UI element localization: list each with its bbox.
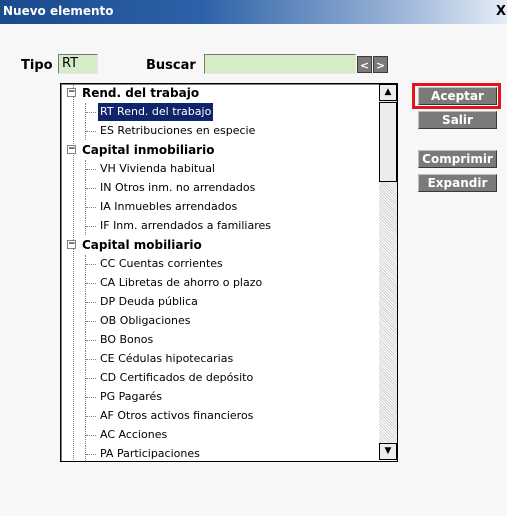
tree-connector [86,226,96,227]
tree-item-label: CA Libretas de ahorro o plazo [100,276,263,289]
buscar-field[interactable] [204,54,356,74]
tree-group-label: Capital mobiliario [82,238,202,252]
accept-button[interactable]: Aceptar [418,87,497,105]
tree-connector [86,321,96,322]
tree-connector [86,169,96,170]
collapse-button[interactable]: Comprimir [418,150,497,168]
tree-connector [86,188,96,189]
tree-connector [86,416,96,417]
tree-item-label: AC Acciones [100,428,168,441]
tree-guide-line [73,84,74,460]
collapse-toggle-icon[interactable]: − [67,88,76,97]
tree-connector [86,340,96,341]
collapse-toggle-icon[interactable]: − [67,145,76,154]
tree-connector [86,302,96,303]
tree-connector [86,378,96,379]
tree-connector [86,435,96,436]
tree-item-label: OB Obligaciones [100,314,191,327]
buscar-label: Buscar [146,58,196,73]
close-icon[interactable]: X [495,4,507,20]
next-result-button[interactable]: > [373,56,388,73]
tree-item-label: DP Deuda pública [100,295,198,308]
scroll-down-icon[interactable]: ▼ [379,443,397,460]
tree-item-label: IF Inm. arrendados a familiares [100,219,271,232]
tree-item-label: CE Cédulas hipotecarias [100,352,234,365]
tipo-label: Tipo [21,58,53,73]
window-title: Nuevo elemento [3,4,114,18]
tree-connector [86,112,96,113]
tree-group-label: Capital inmobiliario [82,143,215,157]
tree-item-label: BO Bonos [100,333,154,346]
tree-item-label: CD Certificados de depósito [100,371,254,384]
category-tree[interactable]: − Rend. del trabajo RT Rend. del trabajo ES… [60,83,398,462]
prev-result-button[interactable]: < [357,56,372,73]
tipo-field[interactable]: RT [58,54,98,74]
tree-connector [86,283,96,284]
tree-scrollbar[interactable]: ▲ ▼ [379,84,397,460]
tree-connector [86,131,96,132]
dialog-window: Nuevo elemento X Tipo RT Buscar < > − Ren… [0,0,507,516]
tree-item-label: AF Otros activos financieros [100,409,254,422]
tree-item-label: ES Retribuciones en especie [100,124,256,137]
tree-item-label: PG Pagarés [100,390,163,403]
exit-button[interactable]: Salir [418,111,497,129]
tree-item-label: IN Otros inm. no arrendados [100,181,256,194]
tree-connector [86,359,96,360]
tree-item-label: CC Cuentas corrientes [100,257,223,270]
tree-connector [86,454,96,455]
title-bar[interactable]: Nuevo elemento X [0,0,507,24]
tree-connector [86,264,96,265]
tree-connector [86,397,96,398]
tree-item-label: RT Rend. del trabajo [98,103,214,121]
scroll-thumb[interactable] [379,102,397,182]
tree-item-label: IA Inmuebles arrendados [100,200,238,213]
tree-group-label: Rend. del trabajo [82,86,200,100]
tree-item-label: PA Participaciones [100,447,200,460]
tree-content: − Rend. del trabajo RT Rend. del trabajo ES… [61,84,373,461]
collapse-toggle-icon[interactable]: − [67,240,76,249]
scroll-up-icon[interactable]: ▲ [379,84,397,101]
expand-button[interactable]: Expandir [418,174,497,192]
tree-item-label: VH Vivienda habitual [100,162,215,175]
tree-connector [86,207,96,208]
